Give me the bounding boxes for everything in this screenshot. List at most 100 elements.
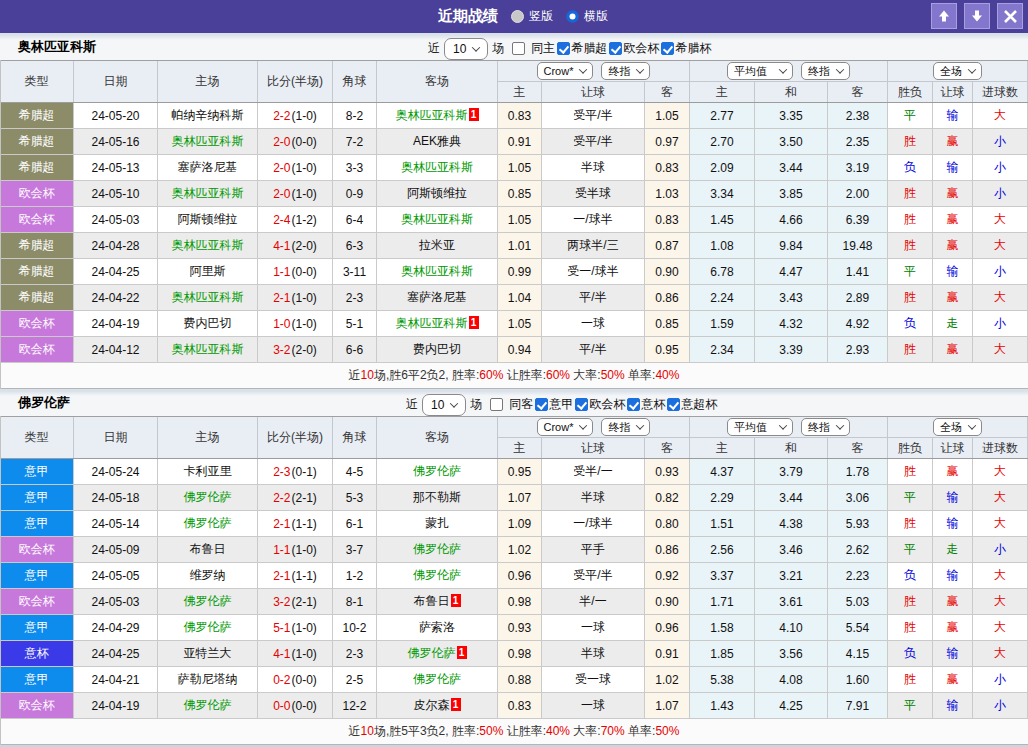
scope-select[interactable]: 全场 [933, 418, 982, 436]
away-team[interactable]: 萨索洛 [377, 615, 498, 640]
result-outcome: 胜 [888, 285, 933, 310]
filter-checkbox-同主[interactable]: 同主 [512, 40, 555, 57]
match-date: 24-04-21 [74, 667, 158, 692]
filter-checkbox-同客[interactable]: 同客 [490, 396, 533, 413]
match-row: 欧会杯 24-05-03 阿斯顿维拉 2-4(1-2) 6-4 奥林匹亚科斯 1… [0, 207, 1028, 233]
home-team[interactable]: 佛罗伦萨 [158, 485, 258, 510]
away-team[interactable]: 皮尔森1 [377, 693, 498, 718]
home-team[interactable]: 费内巴切 [158, 311, 258, 336]
home-team[interactable]: 奥林匹亚科斯 [158, 233, 258, 258]
result-outcome: 胜 [888, 181, 933, 206]
home-team[interactable]: 萨勒尼塔纳 [158, 667, 258, 692]
bookmaker-select[interactable]: Crow* [537, 62, 594, 80]
home-team[interactable]: 卡利亚里 [158, 459, 258, 484]
close-button[interactable] [997, 3, 1023, 29]
average-select[interactable]: 平均值 [727, 62, 793, 80]
final-odds-select-1[interactable]: 终指 [601, 418, 650, 436]
away-team[interactable]: 佛罗伦萨 [377, 667, 498, 692]
checked-checkbox-icon[interactable] [557, 42, 570, 55]
league-badge: 希腊超 [0, 259, 74, 284]
scope-select[interactable]: 全场 [933, 62, 982, 80]
match-count-select[interactable]: 10 [444, 38, 488, 60]
away-team[interactable]: AEK雅典 [377, 129, 498, 154]
match-date: 24-04-22 [74, 285, 158, 310]
odds-home: 0.98 [498, 589, 542, 614]
away-team[interactable]: 费内巴切 [377, 337, 498, 362]
home-team[interactable]: 维罗纳 [158, 563, 258, 588]
horizontal-layout-label[interactable]: 横版 [584, 8, 608, 25]
away-team[interactable]: 蒙扎 [377, 511, 498, 536]
bookmaker-select[interactable]: Crow* [537, 418, 594, 436]
away-team[interactable]: 那不勒斯 [377, 485, 498, 510]
avg-home-odds: 1.85 [690, 641, 755, 666]
away-team[interactable]: 奥林匹亚科斯 [377, 155, 498, 180]
away-team[interactable]: 佛罗伦萨1 [377, 641, 498, 666]
avg-away-odds: 2.89 [828, 285, 888, 310]
average-select[interactable]: 平均值 [727, 418, 793, 436]
home-team[interactable]: 阿里斯 [158, 259, 258, 284]
result-outcome: 平 [888, 259, 933, 284]
home-team[interactable]: 奥林匹亚科斯 [158, 337, 258, 362]
filter-checkbox-希腊超[interactable]: 希腊超 [557, 40, 607, 57]
league-badge: 意杯 [0, 641, 74, 666]
move-down-button[interactable] [964, 3, 990, 29]
away-team[interactable]: 奥林匹亚科斯1 [377, 103, 498, 128]
final-odds-select-1[interactable]: 终指 [601, 62, 650, 80]
match-count-select[interactable]: 10 [422, 394, 466, 416]
final-odds-select-2[interactable]: 终指 [801, 418, 850, 436]
move-up-button[interactable] [931, 3, 957, 29]
checked-checkbox-icon[interactable] [575, 398, 588, 411]
away-team[interactable]: 塞萨洛尼基 [377, 285, 498, 310]
away-team[interactable]: 奥林匹亚科斯1 [377, 311, 498, 336]
league-badge: 希腊超 [0, 155, 74, 180]
handicap-line: 半/一 [542, 589, 645, 614]
checked-checkbox-icon[interactable] [661, 42, 674, 55]
home-team[interactable]: 奥林匹亚科斯 [158, 181, 258, 206]
checked-checkbox-icon[interactable] [667, 398, 680, 411]
result-handicap: 赢 [933, 459, 973, 484]
result-outcome: 胜 [888, 129, 933, 154]
avg-home-odds: 1.45 [690, 207, 755, 232]
away-team[interactable]: 佛罗伦萨 [377, 537, 498, 562]
home-team[interactable]: 阿斯顿维拉 [158, 207, 258, 232]
handicap-line: 平手 [542, 537, 645, 562]
filter-checkbox-欧会杯[interactable]: 欧会杯 [609, 40, 659, 57]
vertical-layout-label[interactable]: 竖版 [529, 8, 553, 25]
filter-checkbox-欧会杯[interactable]: 欧会杯 [575, 396, 625, 413]
home-team[interactable]: 奥林匹亚科斯 [158, 129, 258, 154]
home-team[interactable]: 佛罗伦萨 [158, 511, 258, 536]
filter-checkbox-意杯[interactable]: 意杯 [627, 396, 665, 413]
away-team[interactable]: 拉米亚 [377, 233, 498, 258]
filter-checkbox-意超杯[interactable]: 意超杯 [667, 396, 717, 413]
vertical-layout-radio[interactable] [511, 10, 524, 23]
home-team[interactable]: 布鲁日 [158, 537, 258, 562]
away-team[interactable]: 佛罗伦萨 [377, 563, 498, 588]
away-team[interactable]: 奥林匹亚科斯 [377, 207, 498, 232]
unchecked-checkbox-icon[interactable] [512, 42, 525, 55]
home-team[interactable]: 亚特兰大 [158, 641, 258, 666]
home-team[interactable]: 奥林匹亚科斯 [158, 285, 258, 310]
checkbox-label: 意甲 [549, 396, 573, 413]
avg-home-odds: 2.77 [690, 103, 755, 128]
horizontal-layout-radio[interactable] [566, 10, 579, 23]
unchecked-checkbox-icon[interactable] [490, 398, 503, 411]
away-team[interactable]: 阿斯顿维拉 [377, 181, 498, 206]
odds-away: 0.90 [645, 589, 690, 614]
away-team[interactable]: 布鲁日1 [377, 589, 498, 614]
match-date: 24-05-20 [74, 103, 158, 128]
filter-checkbox-意甲[interactable]: 意甲 [535, 396, 573, 413]
checked-checkbox-icon[interactable] [627, 398, 640, 411]
home-team[interactable]: 佛罗伦萨 [158, 589, 258, 614]
home-team[interactable]: 佛罗伦萨 [158, 693, 258, 718]
home-team[interactable]: 塞萨洛尼基 [158, 155, 258, 180]
checkbox-label: 欧会杯 [589, 396, 625, 413]
league-badge: 欧会杯 [0, 537, 74, 562]
away-team[interactable]: 奥林匹亚科斯 [377, 259, 498, 284]
home-team[interactable]: 帕纳辛纳科斯 [158, 103, 258, 128]
home-team[interactable]: 佛罗伦萨 [158, 615, 258, 640]
checked-checkbox-icon[interactable] [535, 398, 548, 411]
away-team[interactable]: 佛罗伦萨 [377, 459, 498, 484]
checked-checkbox-icon[interactable] [609, 42, 622, 55]
filter-checkbox-希腊杯[interactable]: 希腊杯 [661, 40, 711, 57]
final-odds-select-2[interactable]: 终指 [801, 62, 850, 80]
